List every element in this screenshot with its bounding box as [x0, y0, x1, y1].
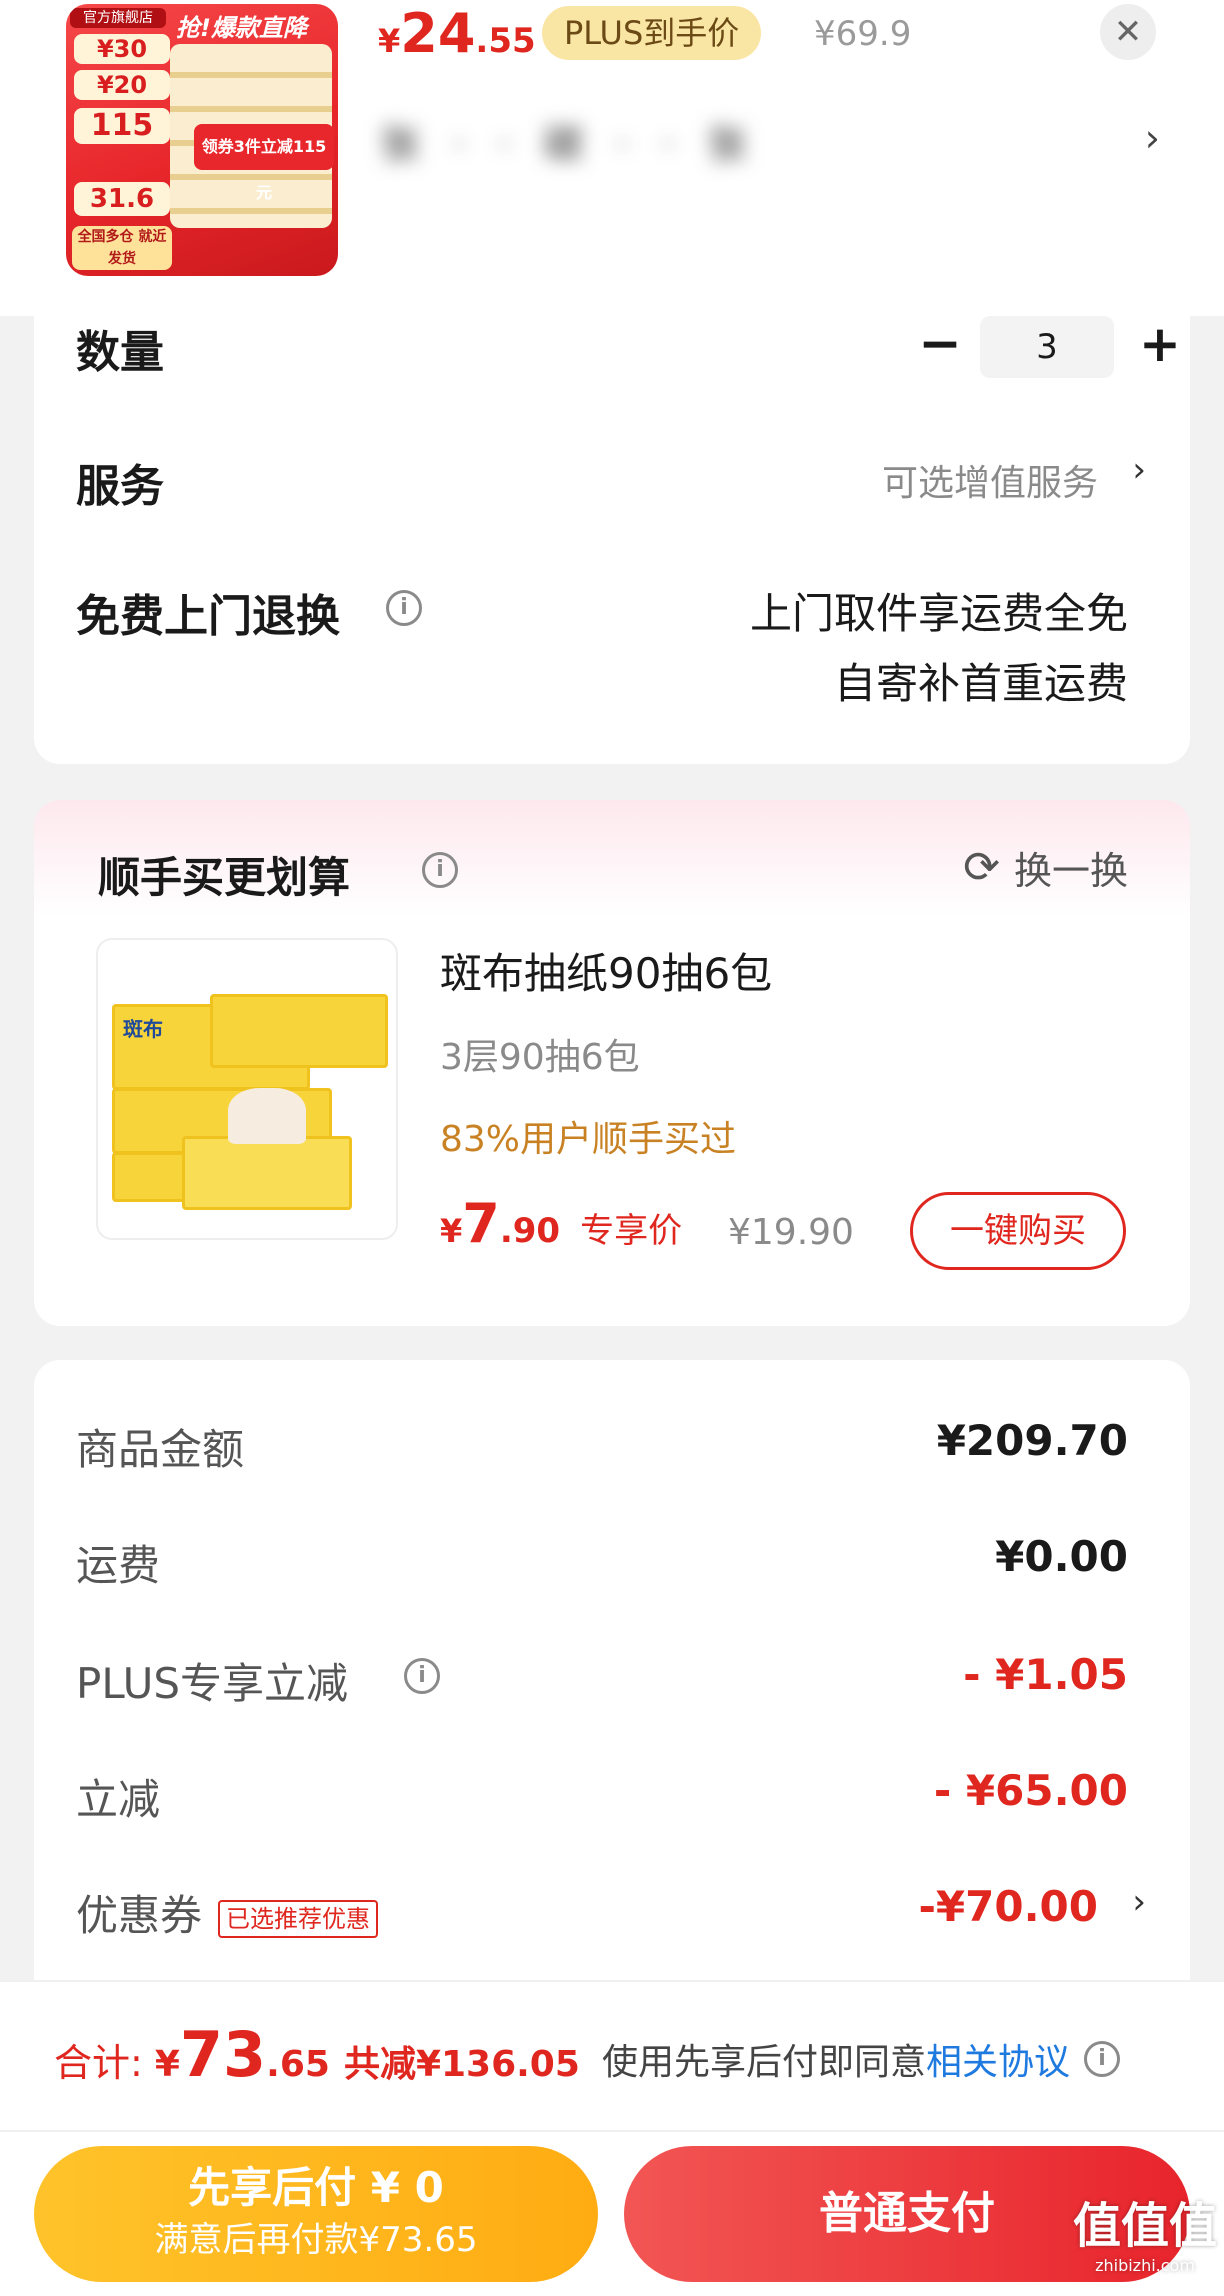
thumb-badge-20: ¥20	[74, 70, 170, 100]
total-dec: .65	[266, 2044, 330, 2085]
product-summary-header: 官方旗舰店 抢!爆款直降 ¥30 ¥20 115 31.6 领券3件立减115元…	[0, 0, 1224, 316]
quantity-input[interactable]: 3	[980, 316, 1114, 378]
info-icon[interactable]: i	[1084, 2041, 1121, 2077]
agreement-notice: 使用先享后付即同意 相关协议 i	[602, 2033, 1121, 2085]
refresh-icon: ⟳	[963, 841, 1000, 893]
pay-later-subtitle: 满意后再付款¥73.65	[154, 2220, 478, 2260]
agreement-prefix: 使用先享后付即同意	[602, 2042, 927, 2083]
chevron-right-icon[interactable]: ›	[1132, 1882, 1146, 1922]
return-service-label: 免费上门退换	[76, 591, 340, 642]
reco-product-spec: 3层90抽6包	[440, 1037, 640, 1078]
shipping-value: ¥0.00	[995, 1532, 1128, 1581]
site-watermark: 值值值 zhibizhi.com	[1060, 2196, 1224, 2296]
payment-actions: 先享后付 ¥ 0 满意后再付款¥73.65 普通支付	[0, 2132, 1224, 2296]
reco-title: 顺手买更划算	[98, 853, 351, 902]
selected-spec-text: 张 · · 碳 · · 张	[380, 122, 758, 164]
plus-discount-label: PLUS专享立减	[76, 1659, 349, 1708]
total-int: 73	[179, 2018, 267, 2091]
reco-social-proof: 83%用户顺手买过	[440, 1119, 737, 1160]
reco-price-int: 7	[462, 1192, 500, 1255]
coupon-label: 优惠券	[76, 1891, 203, 1940]
header-price-int: 24	[400, 2, 476, 65]
total-saved: 共减¥136.05	[343, 2044, 580, 2085]
total-label: 合计:	[54, 2041, 143, 2085]
tissue-box-graphic	[182, 1136, 352, 1210]
thumb-shop-badge: 官方旗舰店	[70, 8, 166, 28]
reco-price-tag: 专享价	[580, 1211, 683, 1251]
reco-product-image[interactable]: 斑布	[96, 938, 398, 1240]
refresh-label: 换一换	[1013, 848, 1128, 893]
reco-price: ¥ 7 .90 专享价	[440, 1192, 682, 1262]
reco-product-name[interactable]: 斑布抽纸90抽6包	[440, 940, 772, 1001]
selected-spec-row[interactable]: 张 · · 碳 · · 张 ›	[380, 112, 1160, 174]
info-icon[interactable]: i	[386, 590, 422, 626]
quantity-increase-button[interactable]: +	[1130, 316, 1190, 376]
plus-discount-value: - ¥1.05	[963, 1650, 1128, 1699]
price-summary-card: 商品金额 ¥209.70 运费 ¥0.00 PLUS专享立减 i - ¥1.05…	[34, 1360, 1190, 1980]
agreement-link[interactable]: 相关协议	[926, 2033, 1070, 2085]
chevron-right-icon: ›	[1144, 116, 1160, 160]
header-price-dec: .55	[475, 21, 536, 61]
product-thumbnail[interactable]: 官方旗舰店 抢!爆款直降 ¥30 ¥20 115 31.6 领券3件立减115元…	[66, 4, 338, 276]
box-brand-label: 斑布	[123, 1017, 163, 1041]
thumb-badge-31: 31.6	[74, 182, 170, 216]
add-on-recommendation-card: 顺手买更划算 i ⟳ 换一换 斑布 斑布抽纸90抽6包 3层90抽6包 83%用…	[34, 800, 1190, 1326]
thumb-headline: 抢!爆款直降	[176, 14, 307, 42]
reco-original-price: ¥19.90	[728, 1212, 854, 1253]
refresh-button[interactable]: ⟳ 换一换	[963, 840, 1128, 894]
coupon-value[interactable]: -¥70.00	[918, 1882, 1098, 1931]
thumb-promo-banner: 领券3件立减115元	[194, 124, 334, 202]
coupon-row[interactable]: 优惠券 已选推荐优惠	[76, 1882, 379, 1943]
header-price: ¥ 24 .55	[378, 2, 536, 72]
info-icon[interactable]: i	[422, 852, 458, 888]
return-service-line2: 自寄补首重运费	[833, 659, 1128, 708]
goods-amount-label: 商品金额	[76, 1425, 245, 1474]
instant-discount-label: 立减	[76, 1775, 161, 1824]
total-yen: ¥	[154, 2044, 180, 2085]
watermark-url: zhibizhi.com	[1095, 2256, 1195, 2275]
shipping-label: 运费	[76, 1541, 161, 1590]
header-price-yen: ¥	[378, 22, 401, 60]
thumb-badge-115: 115	[74, 108, 170, 144]
service-value[interactable]: 可选增值服务	[882, 454, 1098, 506]
quantity-label: 数量	[76, 327, 164, 378]
return-service-line1: 上门取件享运费全免	[749, 589, 1128, 638]
order-options-card: 数量 − 3 + 服务 可选增值服务 › 免费上门退换 i 上门取件享运费全免 …	[34, 316, 1190, 764]
tissue-sheet-graphic	[228, 1088, 306, 1144]
close-button[interactable]: ✕	[1100, 4, 1156, 60]
tissue-box-graphic	[210, 994, 388, 1068]
thumb-badge-30: ¥30	[74, 34, 170, 64]
goods-amount-value: ¥209.70	[936, 1416, 1128, 1465]
watermark-logo: 值值值	[1072, 2198, 1217, 2254]
pay-later-button[interactable]: 先享后付 ¥ 0 满意后再付款¥73.65	[34, 2146, 598, 2282]
one-click-buy-button[interactable]: 一键购买	[910, 1192, 1126, 1270]
quantity-decrease-button[interactable]: −	[910, 316, 970, 376]
instant-discount-value: - ¥65.00	[933, 1766, 1128, 1815]
chevron-right-icon[interactable]: ›	[1132, 450, 1146, 490]
reco-price-yen: ¥	[440, 1212, 463, 1250]
info-icon[interactable]: i	[404, 1658, 440, 1694]
thumb-bottom-badge: 全国多仓 就近发货	[72, 226, 172, 270]
pay-later-title: 先享后付 ¥ 0	[188, 2163, 444, 2212]
plus-price-tag: PLUS到手价	[542, 6, 762, 60]
header-original-price: ¥69.9	[814, 14, 912, 54]
service-label: 服务	[76, 461, 164, 512]
order-total-bar: 合计: ¥ 73 .65 共减¥136.05 使用先享后付即同意 相关协议 i	[0, 1980, 1224, 2132]
coupon-selected-badge: 已选推荐优惠	[218, 1899, 379, 1938]
order-total: 合计: ¥ 73 .65 共减¥136.05	[54, 2018, 580, 2094]
reco-price-dec: .90	[499, 1211, 561, 1251]
